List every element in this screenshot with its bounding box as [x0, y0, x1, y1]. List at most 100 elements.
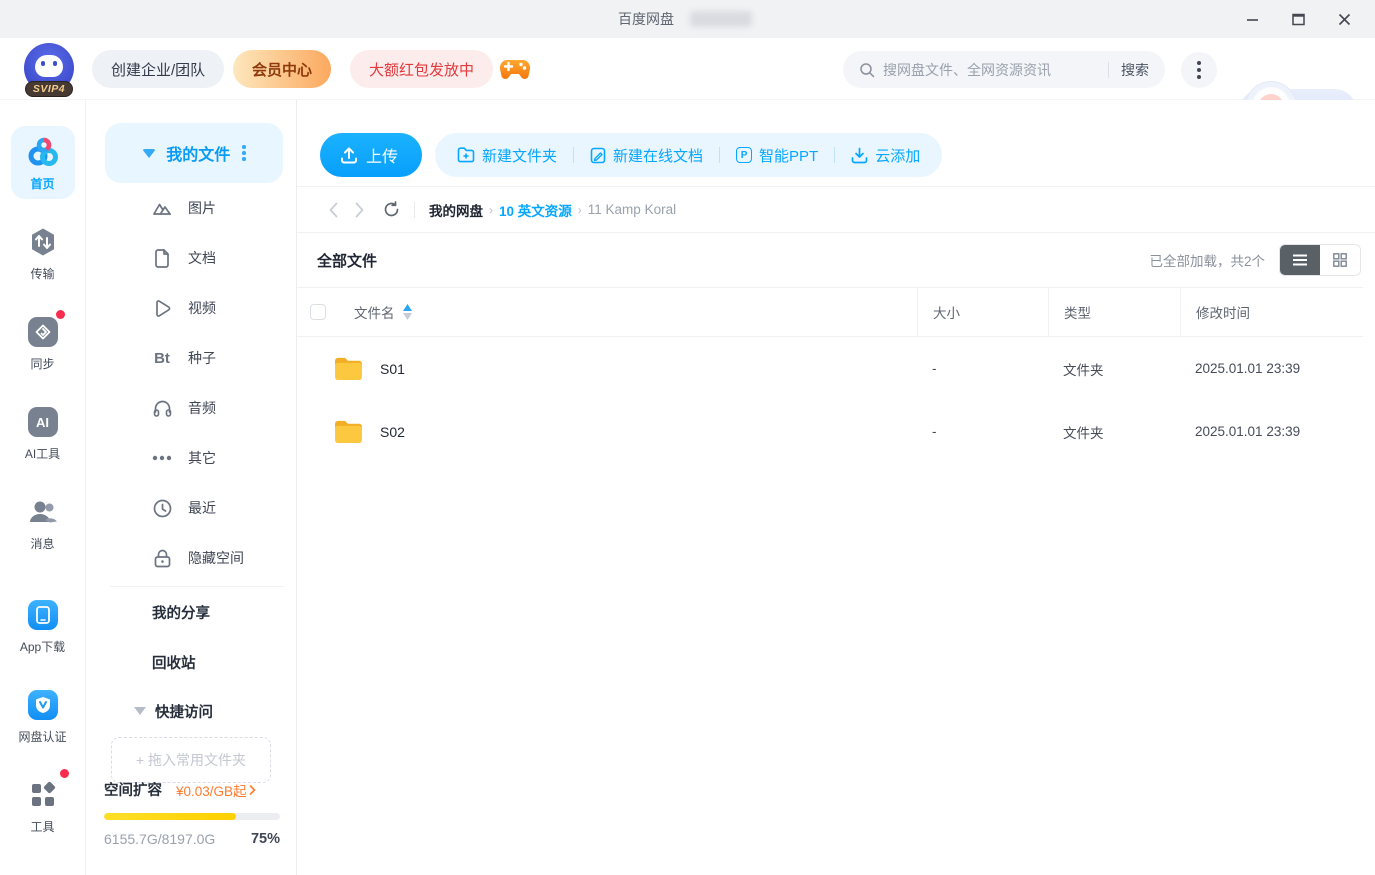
member-center-button[interactable]: 会员中心 — [233, 50, 332, 88]
column-type[interactable]: 类型 — [1048, 288, 1180, 336]
sort-toggle[interactable] — [402, 304, 412, 320]
nav-back-button[interactable] — [320, 202, 346, 218]
upload-label: 上传 — [366, 149, 399, 166]
sidebar-item-recent[interactable]: 最近 — [86, 483, 296, 533]
new-folder-button[interactable]: 新建文件夹 — [457, 145, 557, 166]
account-logo[interactable]: SVIP4 — [24, 43, 76, 97]
new-folder-label: 新建文件夹 — [482, 147, 558, 165]
file-name[interactable]: S01 — [380, 361, 405, 377]
rail-item-ai-tools[interactable]: AI AI工具 — [11, 396, 75, 469]
left-rail: 首页 传输 同步 AI AI工具 消息 App下载 网盘认证 工具 — [0, 100, 86, 875]
sidebar-item-quick-access[interactable]: 快捷访问 — [86, 687, 296, 735]
file-name[interactable]: S02 — [380, 424, 405, 440]
rail-label-sync: 同步 — [30, 357, 55, 371]
maximize-button[interactable] — [1275, 0, 1321, 38]
rail-bottom-group: App下载 网盘认证 工具 — [0, 589, 85, 859]
rail-item-tools[interactable]: 工具 — [11, 769, 75, 842]
messages-icon — [26, 495, 60, 529]
rail-item-sync[interactable]: 同步 — [11, 306, 75, 379]
certification-icon — [26, 688, 60, 722]
chevron-left-icon — [329, 202, 337, 217]
sidebar-item-pictures[interactable]: 图片 — [86, 183, 296, 233]
refresh-button[interactable] — [378, 201, 404, 218]
rail-top-group: 首页 传输 同步 AI AI工具 消息 — [0, 126, 85, 576]
create-team-button[interactable]: 创建企业/团队 — [92, 50, 225, 88]
rail-item-app-download[interactable]: App下载 — [11, 589, 75, 662]
sort-desc-icon — [402, 313, 412, 320]
sidebar-item-my-share[interactable]: 我的分享 — [86, 587, 296, 637]
storage-usage-text: 6155.7G/8197.0G — [104, 831, 216, 847]
load-status: 已全部加载，共2个 — [1149, 254, 1265, 269]
sidebar-item-my-files[interactable]: 我的文件 — [105, 123, 283, 183]
home-netdisk-logo-icon — [26, 135, 60, 169]
expand-storage-label[interactable]: 空间扩容 — [104, 779, 162, 800]
select-all-checkbox[interactable] — [310, 304, 326, 320]
new-online-doc-button[interactable]: 新建在线文档 — [590, 145, 703, 166]
sidebar-item-torrents[interactable]: Bt 种子 — [86, 333, 296, 383]
table-row[interactable]: S01 - 文件夹 2025.01.01 23:39 — [297, 337, 1363, 400]
rail-item-certification[interactable]: 网盘认证 — [11, 679, 75, 752]
folder-icon — [335, 357, 362, 381]
red-packet-banner[interactable]: 大额红包发放中 — [350, 50, 494, 88]
search-button[interactable]: 搜索 — [1121, 60, 1149, 80]
audio-label: 音频 — [188, 400, 216, 416]
tools-notification-dot — [59, 769, 69, 778]
rail-item-transfer[interactable]: 传输 — [11, 216, 75, 289]
sidebar-item-recycle-bin[interactable]: 回收站 — [86, 637, 296, 687]
rail-item-messages[interactable]: 消息 — [11, 486, 75, 559]
rail-item-home[interactable]: 首页 — [10, 126, 75, 199]
chevron-right-icon — [249, 784, 256, 795]
collapse-arrow-icon — [142, 148, 157, 158]
file-list-header: 全部文件 已全部加载，共2个 — [297, 233, 1375, 287]
toolbar-separator — [573, 147, 575, 163]
grid-view-button[interactable] — [1320, 245, 1360, 275]
documents-label: 文档 — [188, 250, 216, 266]
sidebar-item-other[interactable]: 其它 — [86, 433, 296, 483]
header: SVIP4 创建企业/团队 会员中心 大额红包发放中 搜索 Hi — [0, 38, 1375, 132]
drop-favorite-folder-zone[interactable]: + 拖入常用文件夹 — [111, 737, 271, 783]
search-icon — [860, 62, 875, 77]
upload-button[interactable]: 上传 — [320, 133, 423, 177]
pictures-label: 图片 — [188, 200, 216, 216]
cloud-add-label: 云添加 — [875, 147, 921, 165]
sidebar-item-hidden-space[interactable]: 隐藏空间 — [86, 533, 296, 583]
more-menu-button[interactable] — [1181, 52, 1217, 88]
breadcrumb-root[interactable]: 我的网盘 — [429, 200, 483, 220]
sort-asc-icon — [402, 304, 412, 311]
search-input[interactable] — [883, 61, 1096, 78]
my-files-menu-icon[interactable] — [242, 145, 246, 161]
table-row[interactable]: S02 - 文件夹 2025.01.01 23:39 — [297, 400, 1363, 463]
smart-ppt-button[interactable]: P 智能PPT — [736, 145, 818, 166]
close-button[interactable] — [1321, 0, 1367, 38]
search-bar[interactable]: 搜索 — [843, 51, 1165, 88]
rail-label-app-download: App下载 — [19, 640, 66, 654]
breadcrumb-separator: › — [577, 202, 582, 217]
storage-progress-fill — [104, 813, 236, 820]
sidebar-item-videos[interactable]: 视频 — [86, 283, 296, 333]
sync-icon — [26, 315, 60, 349]
column-size[interactable]: 大小 — [917, 288, 1048, 336]
list-view-button[interactable] — [1280, 245, 1320, 275]
cloud-add-button[interactable]: 云添加 — [851, 145, 920, 166]
quick-access-collapse-icon — [134, 707, 146, 715]
minimize-button[interactable] — [1229, 0, 1275, 38]
sidebar: 我的文件 图片 文档 视频 Bt 种子 音频 其它 最近 隐藏空间 我的分享 回… — [86, 100, 297, 875]
rail-label-transfer: 传输 — [30, 267, 55, 281]
upload-icon — [341, 147, 357, 164]
breadcrumb-folder[interactable]: 10 英文资源 — [499, 200, 572, 220]
cloud-add-icon — [851, 147, 868, 163]
storage-percent-text: 75% — [250, 831, 280, 847]
gamepad-icon — [499, 60, 531, 80]
tools-icon — [26, 778, 60, 812]
sidebar-item-documents[interactable]: 文档 — [86, 233, 296, 283]
sidebar-item-audio[interactable]: 音频 — [86, 383, 296, 433]
nav-forward-button[interactable] — [346, 202, 372, 218]
chevron-right-icon — [355, 202, 363, 217]
pictures-icon — [151, 197, 173, 219]
table-header-row: 文件名 大小 类型 修改时间 — [297, 287, 1363, 337]
expand-price-link[interactable]: ¥0.03/GB起 — [176, 780, 256, 800]
ai-tools-icon: AI — [26, 405, 60, 439]
game-center-button[interactable] — [499, 56, 531, 82]
file-modified: 2025.01.01 23:39 — [1195, 424, 1301, 439]
column-modified[interactable]: 修改时间 — [1180, 288, 1363, 336]
